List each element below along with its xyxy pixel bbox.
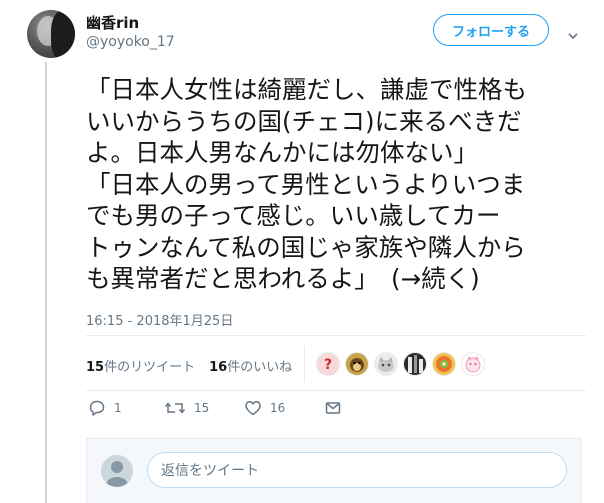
liker-avatars: ? — [316, 352, 490, 376]
like-button[interactable]: 16 — [244, 399, 285, 417]
like-count: 16 — [270, 401, 286, 415]
follow-button[interactable]: フォローする — [433, 14, 549, 46]
retweet-stat-label: 件のリツイート — [104, 359, 196, 375]
tweet-timestamp[interactable]: 16:15 - 2018年1月25日 — [86, 310, 233, 329]
avatar-hair — [51, 10, 75, 58]
tweet-line: 「日本人女性は綺麗だし、謙虚で性格も — [86, 75, 527, 104]
tweet-line: よ。日本人男なんかには勿体ない」 — [86, 138, 478, 167]
tweet-line: 「日本人の男って男性というよりいつま — [86, 169, 526, 199]
reply-count: 1 — [114, 401, 122, 415]
reply-icon — [89, 400, 105, 416]
svg-text:?: ? — [324, 357, 332, 373]
envelope-icon — [325, 402, 341, 414]
like-stat[interactable]: 16件のいいね — [209, 356, 292, 375]
tweet-actions: 1 15 16 — [86, 399, 386, 421]
monkey-avatar[interactable] — [345, 352, 369, 376]
direct-message-button[interactable] — [324, 399, 342, 417]
tweet-stats: 15件のリツイート 16件のいいね — [86, 355, 306, 375]
reply-input[interactable]: 返信をツイート — [147, 452, 567, 488]
user-handle[interactable]: @yoyoko_17 — [86, 34, 175, 50]
stats-separator — [304, 346, 305, 382]
divider — [86, 390, 586, 391]
retweet-count: 15 — [194, 401, 210, 415]
building-avatar[interactable] — [403, 352, 427, 376]
tweet-line: も異常者だと思われるよ」 (→続く) — [86, 264, 480, 293]
food-avatar[interactable] — [432, 352, 456, 376]
cat-avatar[interactable] — [374, 352, 398, 376]
like-stat-count: 16 — [209, 359, 228, 375]
reply-button[interactable]: 1 — [88, 399, 122, 417]
pink-char-avatar[interactable] — [461, 352, 485, 376]
thread-line — [45, 62, 47, 503]
retweet-stat-count: 15 — [86, 359, 105, 375]
tweet-line: トゥンなんて私の国じゃ家族や隣人から — [86, 232, 526, 262]
like-stat-label: 件のいいね — [227, 359, 293, 375]
reply-composer: 返信をツイート — [86, 438, 582, 503]
user-avatar[interactable] — [27, 10, 75, 58]
heart-icon — [245, 401, 261, 416]
chevron-down-icon[interactable] — [568, 26, 578, 40]
question-avatar[interactable]: ? — [316, 352, 340, 376]
retweet-icon — [164, 402, 186, 414]
retweet-button[interactable]: 15 — [164, 399, 209, 417]
divider — [86, 335, 586, 336]
retweet-stat[interactable]: 15件のリツイート — [86, 356, 195, 375]
user-display-name[interactable]: 幽香rin — [86, 12, 139, 33]
tweet-line: いいからうちの国(チェコ)に来るべきだ — [86, 106, 522, 136]
current-user-avatar[interactable] — [101, 455, 133, 487]
tweet-line: でも男の子って感じ。いい歳してカー — [86, 201, 501, 230]
tweet-text: 「日本人女性は綺麗だし、謙虚で性格も いいからうちの国(チェコ)に来るべきだ よ… — [86, 74, 596, 295]
